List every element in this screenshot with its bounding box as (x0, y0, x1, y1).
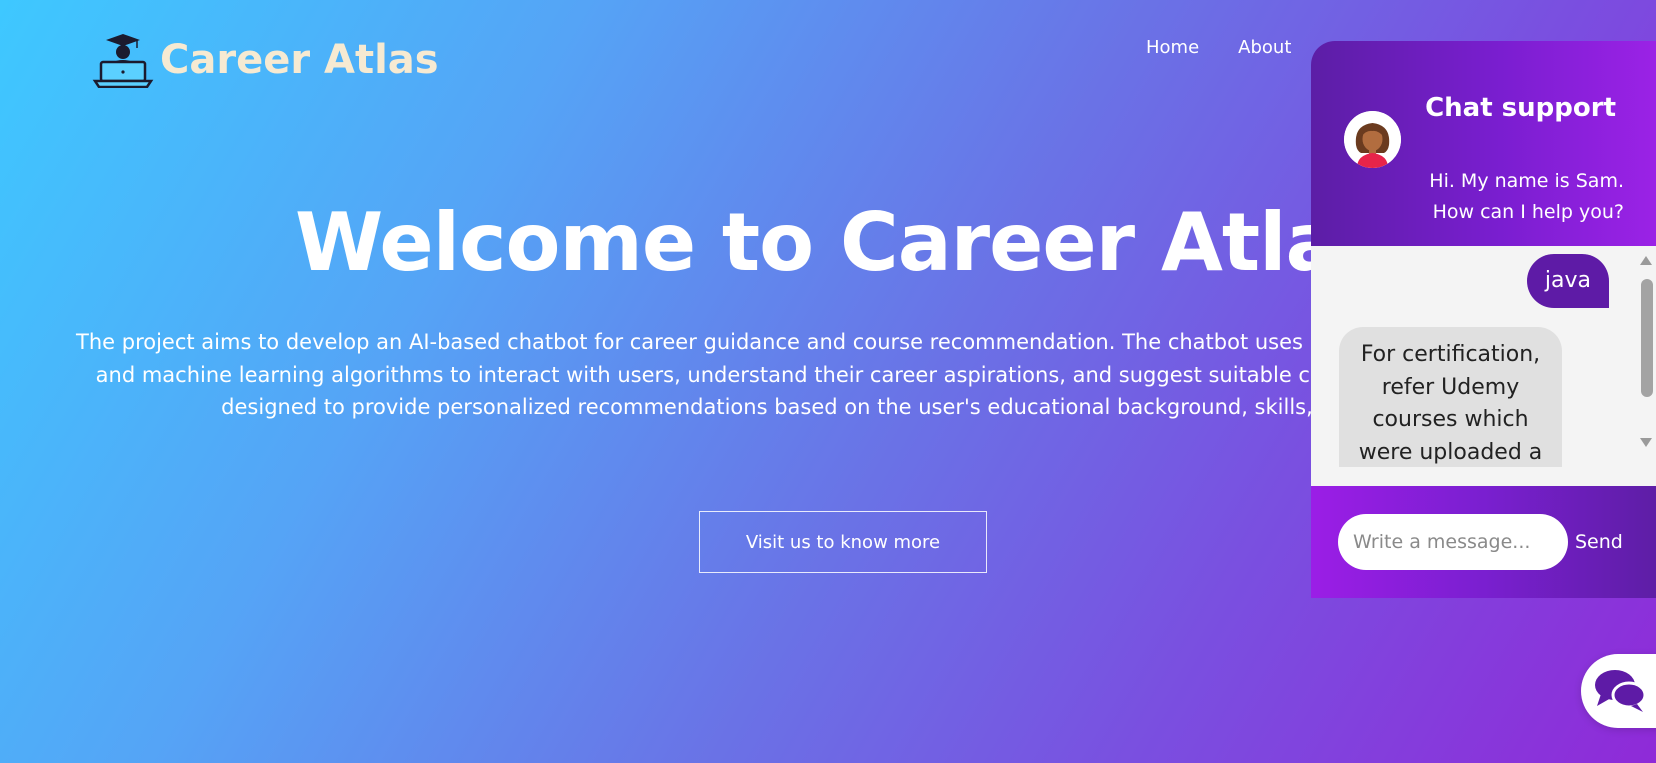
nav-item-home[interactable]: Home (1146, 37, 1199, 58)
chat-footer: Send (1311, 486, 1656, 598)
scroll-up-arrow-icon[interactable] (1640, 256, 1652, 265)
visit-us-button[interactable]: Visit us to know more (699, 511, 987, 573)
brand-name: Career Atlas (160, 37, 439, 83)
scroll-down-arrow-icon[interactable] (1640, 438, 1652, 447)
chat-toggle-button[interactable] (1581, 654, 1656, 728)
page: Career Atlas Home About Welcome to Caree… (0, 0, 1656, 763)
brand-logo[interactable]: Career Atlas (92, 32, 439, 88)
chat-support-panel: Chat support Hi. My name is Sam. How can… (1311, 41, 1656, 598)
chat-messages[interactable]: java For certification, refer Udemy cour… (1311, 246, 1656, 486)
message-input[interactable] (1338, 514, 1568, 570)
chat-scrollbar-thumb[interactable] (1641, 279, 1653, 397)
chat-greeting: Hi. My name is Sam. How can I help you? (1429, 166, 1624, 228)
support-agent-avatar-icon (1344, 111, 1401, 168)
chat-bubbles-icon (1595, 670, 1647, 712)
send-button[interactable]: Send (1575, 514, 1623, 570)
chat-greeting-line-2: How can I help you? (1432, 201, 1624, 223)
chat-title: Chat support (1425, 93, 1616, 123)
bot-message: For certification, refer Udemy courses w… (1339, 327, 1562, 467)
main-nav: Home About (1146, 37, 1291, 58)
chat-greeting-line-1: Hi. My name is Sam. (1429, 170, 1624, 192)
user-message: java (1526, 254, 1609, 308)
graduate-laptop-icon (92, 34, 154, 88)
chat-header: Chat support Hi. My name is Sam. How can… (1311, 41, 1656, 246)
hero-title: Welcome to Career Atlas (295, 196, 1386, 289)
nav-item-about[interactable]: About (1238, 37, 1291, 58)
